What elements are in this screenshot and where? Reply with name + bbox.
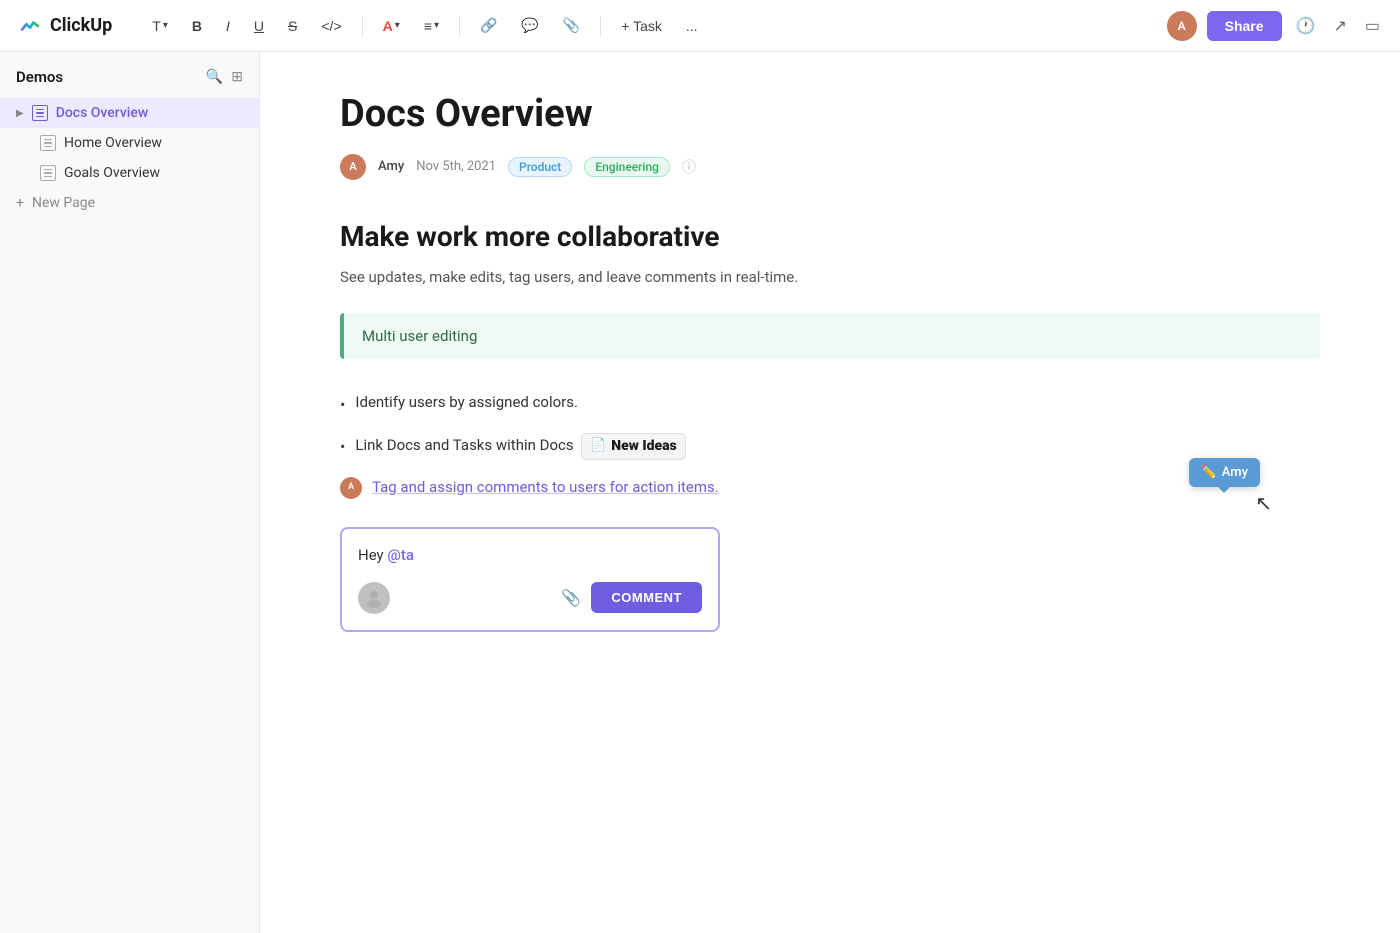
doc-link-icon: 📄 bbox=[590, 436, 606, 456]
link-button[interactable]: 🔗 bbox=[472, 13, 505, 38]
align-button[interactable]: ≡ ▾ bbox=[416, 14, 447, 38]
logo: ClickUp bbox=[16, 12, 112, 40]
comment-actions: 📎 COMMENT bbox=[561, 582, 702, 613]
sidebar-header: Demos 🔍 ⊞ bbox=[0, 68, 259, 98]
comment-submit-button[interactable]: COMMENT bbox=[591, 582, 702, 613]
user-tooltip: ✏️ Amy bbox=[1189, 458, 1260, 488]
bullet-list: • Identify users by assigned colors. • L… bbox=[340, 383, 1320, 507]
toolbar-separator bbox=[362, 16, 363, 36]
sidebar-item-label: Goals Overview bbox=[64, 165, 160, 181]
color-button[interactable]: A ▾ bbox=[375, 14, 408, 38]
avatar-svg bbox=[364, 588, 384, 608]
info-icon[interactable]: ⓘ bbox=[682, 157, 696, 177]
tag-engineering[interactable]: Engineering bbox=[584, 157, 670, 177]
tag-product[interactable]: Product bbox=[508, 157, 572, 177]
code-button[interactable]: </> bbox=[313, 14, 349, 38]
document-content: Docs Overview A Amy Nov 5th, 2021 Produc… bbox=[260, 52, 1400, 933]
attach-icon: 📎 bbox=[563, 17, 580, 34]
section-subtext: See updates, make edits, tag users, and … bbox=[340, 265, 1320, 289]
chip-label: New Ideas bbox=[611, 436, 676, 457]
comment-input-text[interactable]: Hey @ta bbox=[358, 545, 702, 566]
doc-icon-goals bbox=[40, 165, 56, 181]
doc-link-chip[interactable]: 📄 New Ideas bbox=[581, 433, 686, 460]
comment-icon: 💬 bbox=[521, 17, 538, 34]
comment-box: Hey @ta 📎 COMMENT bbox=[340, 527, 720, 632]
nav-arrow-icon: ▶ bbox=[16, 108, 24, 119]
history-button[interactable]: 🕐 bbox=[1292, 12, 1320, 40]
author-avatar: A bbox=[340, 154, 366, 180]
bold-button[interactable]: B bbox=[184, 14, 210, 38]
section-heading: Make work more collaborative bbox=[340, 220, 1320, 253]
add-task-button[interactable]: + Task bbox=[613, 14, 670, 38]
toolbar-right: A Share 🕐 ↗ ▭ bbox=[1167, 11, 1384, 41]
bullet-text-2: Link Docs and Tasks within Docs 📄 New Id… bbox=[355, 433, 685, 460]
underline-button[interactable]: U bbox=[246, 14, 272, 38]
bullet-dot: • bbox=[340, 393, 345, 417]
text-format-button[interactable]: T ▾ bbox=[144, 14, 176, 38]
bullet-user-avatar: A bbox=[340, 477, 362, 499]
new-page-icon[interactable]: ⊞ bbox=[231, 69, 243, 85]
sidebar-item-docs-overview[interactable]: ▶ Docs Overview bbox=[0, 98, 259, 128]
download-button[interactable]: ↗ bbox=[1329, 12, 1350, 40]
bullet-text-1: Identify users by assigned colors. bbox=[355, 391, 578, 414]
clickup-logo-icon bbox=[16, 12, 44, 40]
comment-attach-icon[interactable]: 📎 bbox=[561, 588, 581, 607]
sidebar: Demos 🔍 ⊞ ▶ Docs Overview bbox=[0, 52, 260, 933]
document-title: Docs Overview bbox=[340, 92, 1320, 138]
new-page-label: New Page bbox=[32, 195, 95, 211]
logo-text: ClickUp bbox=[50, 15, 112, 36]
author-name: Amy bbox=[378, 159, 404, 174]
text-icon: T bbox=[152, 18, 161, 34]
bullet-text-3: Tag and assign comments to users for act… bbox=[372, 476, 719, 499]
share-button[interactable]: Share bbox=[1207, 11, 1282, 41]
toolbar-separator-3 bbox=[600, 16, 601, 36]
doc-meta: A Amy Nov 5th, 2021 Product Engineering … bbox=[340, 154, 1320, 180]
doc-icon-home bbox=[40, 135, 56, 151]
sidebar-action-icons: 🔍 ⊞ bbox=[206, 69, 243, 85]
doc-date: Nov 5th, 2021 bbox=[416, 159, 496, 174]
comment-button[interactable]: 💬 bbox=[513, 13, 546, 38]
more-button[interactable]: ... bbox=[678, 14, 706, 38]
new-page-button[interactable]: + New Page bbox=[0, 188, 259, 218]
attach-button[interactable]: 📎 bbox=[555, 13, 588, 38]
cursor-icon: ↖ bbox=[1255, 488, 1272, 518]
main-area: Demos 🔍 ⊞ ▶ Docs Overview bbox=[0, 52, 1400, 933]
comment-footer: 📎 COMMENT bbox=[358, 582, 702, 614]
strikethrough-button[interactable]: S bbox=[280, 14, 305, 38]
clock-icon: 🕐 bbox=[1296, 18, 1316, 35]
layout-button[interactable]: ▭ bbox=[1361, 12, 1384, 40]
commenter-avatar bbox=[358, 582, 390, 614]
list-item-tagged: A Tag and assign comments to users for a… bbox=[340, 468, 1320, 507]
user-avatar: A bbox=[1167, 11, 1197, 41]
italic-button[interactable]: I bbox=[218, 14, 238, 38]
tooltip-pencil-icon: ✏️ bbox=[1201, 463, 1217, 483]
comment-mention: @ta bbox=[387, 546, 414, 564]
list-item: • Identify users by assigned colors. bbox=[340, 383, 1320, 425]
sidebar-title: Demos bbox=[16, 68, 63, 86]
add-icon: + bbox=[16, 195, 24, 211]
download-icon: ↗ bbox=[1333, 18, 1346, 35]
sidebar-item-label: Home Overview bbox=[64, 135, 162, 151]
tagged-text: Tag and assign comments to users for act… bbox=[372, 478, 719, 496]
sidebar-item-label: Docs Overview bbox=[56, 105, 149, 121]
search-icon[interactable]: 🔍 bbox=[206, 69, 223, 85]
toolbar: ClickUp T ▾ B I U S </> A ▾ ≡ ▾ 🔗 💬 📎 + … bbox=[0, 0, 1400, 52]
list-item: • Link Docs and Tasks within Docs 📄 New … bbox=[340, 425, 1320, 468]
tooltip-user-name: Amy bbox=[1222, 463, 1248, 483]
toolbar-separator-2 bbox=[459, 16, 460, 36]
callout-block: Multi user editing bbox=[340, 313, 1320, 359]
sidebar-item-home-overview[interactable]: Home Overview bbox=[0, 128, 259, 158]
sidebar-item-goals-overview[interactable]: Goals Overview bbox=[0, 158, 259, 188]
link-icon: 🔗 bbox=[480, 17, 497, 34]
layout-icon: ▭ bbox=[1365, 18, 1380, 35]
bullet-dot: • bbox=[340, 435, 345, 459]
doc-icon bbox=[32, 105, 48, 121]
